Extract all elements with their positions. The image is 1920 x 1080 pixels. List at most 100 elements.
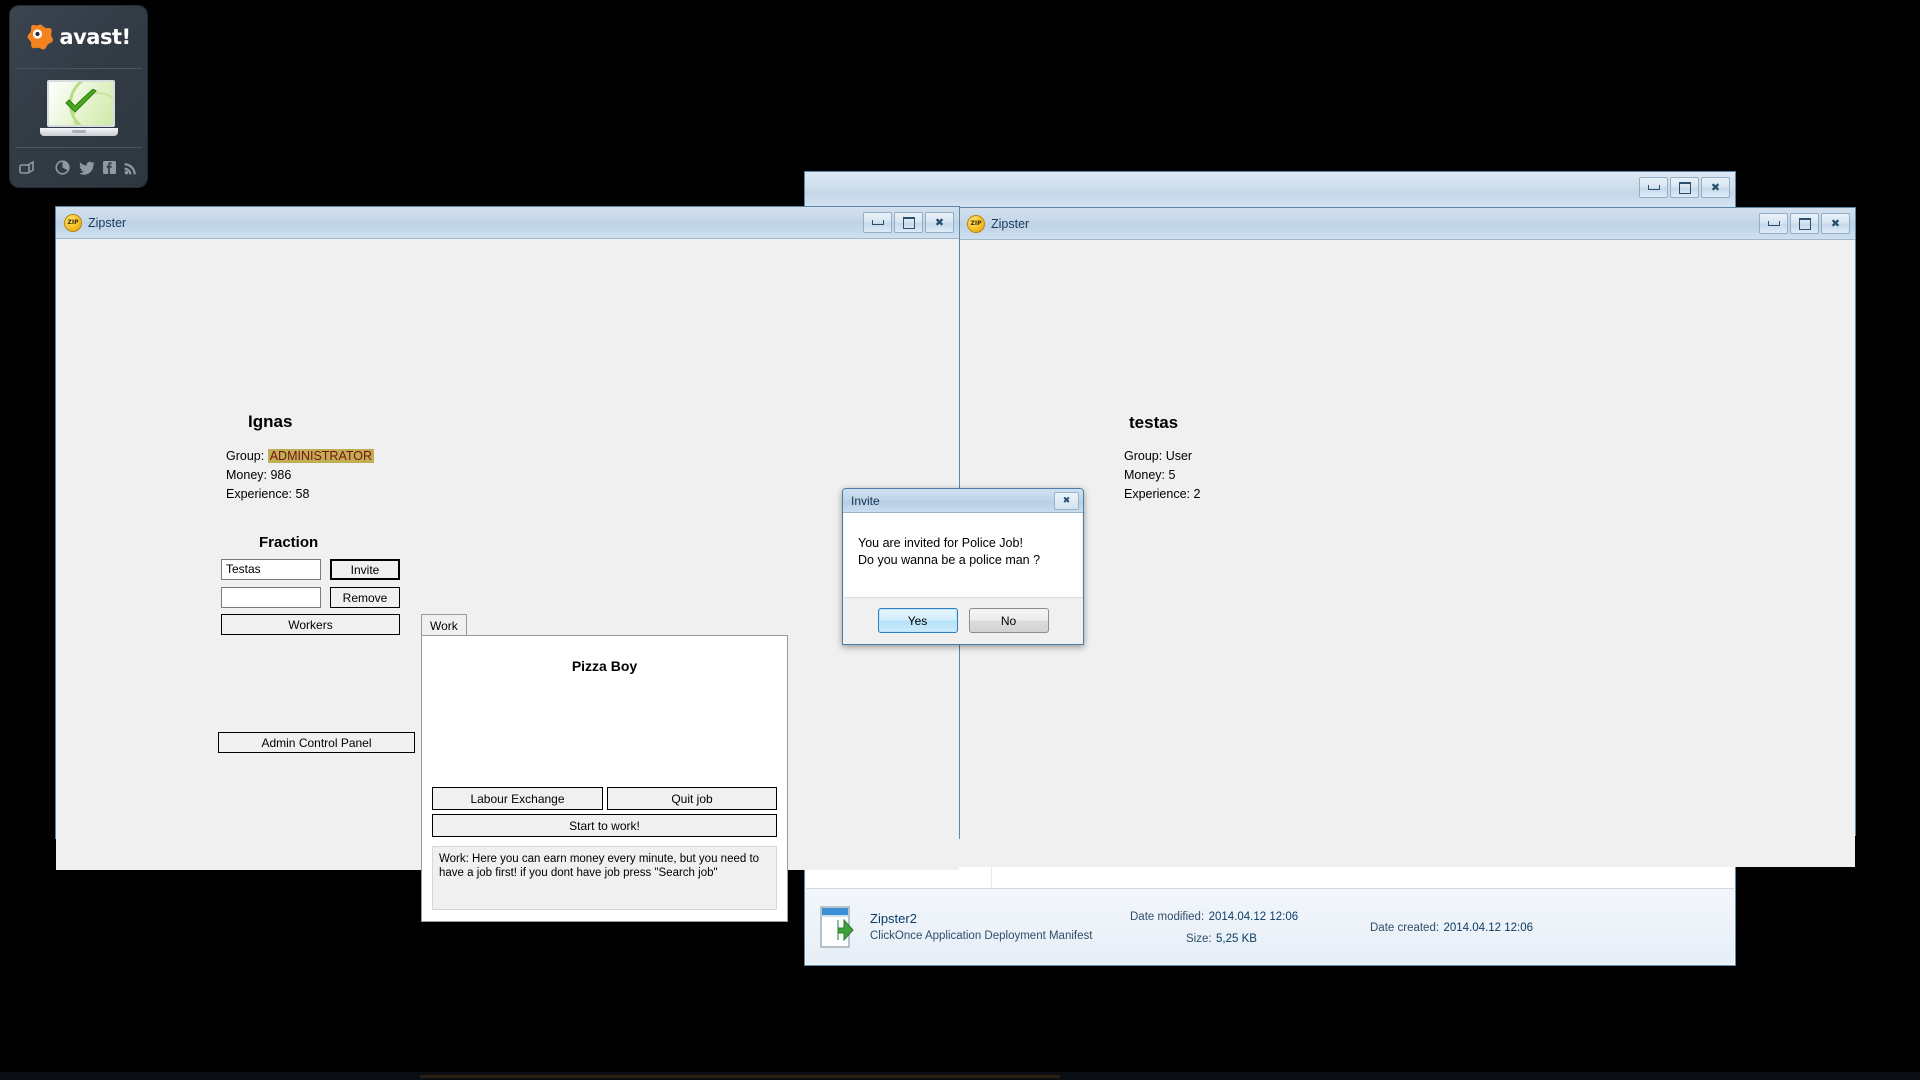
- fraction-invite-input[interactable]: Testas: [221, 559, 321, 580]
- experience-label: Experience:: [1124, 487, 1191, 501]
- avast-ball-icon: [26, 23, 54, 51]
- zipster-window-left[interactable]: ZIP Zipster ✖ Ignas Group: ADMINISTRATOR…: [55, 206, 960, 922]
- admin-control-panel-button[interactable]: Admin Control Panel: [218, 732, 415, 753]
- explorer-details-pane: Zipster2 ClickOnce Application Deploymen…: [806, 888, 1734, 964]
- date-modified-label: Date modified:: [1130, 910, 1205, 923]
- left-experience-line: Experience: 58: [226, 487, 309, 501]
- start-to-work-button[interactable]: Start to work!: [432, 814, 777, 837]
- fraction-heading: Fraction: [259, 534, 319, 551]
- workers-button[interactable]: Workers: [221, 614, 400, 635]
- date-created-value: 2014.04.12 12:06: [1443, 921, 1534, 934]
- minimize-icon: [871, 220, 884, 225]
- invite-button-row: Yes No: [844, 597, 1082, 643]
- minimize-button[interactable]: [1639, 177, 1668, 198]
- facebook-icon[interactable]: [103, 161, 116, 174]
- yes-button[interactable]: Yes: [877, 608, 958, 633]
- left-work-tabpanel[interactable]: Work Pizza Boy Labour Exchange Quit job …: [421, 614, 788, 922]
- money-label: Money:: [226, 468, 267, 482]
- invite-message-area: You are invited for Police Job! Do you w…: [844, 513, 1082, 597]
- right-experience-line: Experience: 2: [1124, 487, 1200, 501]
- right-titlebar[interactable]: ZIP Zipster ✖: [959, 208, 1855, 240]
- zip-icon: ZIP: [65, 214, 81, 231]
- labour-exchange-button[interactable]: Labour Exchange: [432, 787, 603, 810]
- close-button[interactable]: ✖: [925, 212, 954, 233]
- maximize-button[interactable]: [1790, 213, 1819, 234]
- quit-job-button[interactable]: Quit job: [607, 787, 777, 810]
- maximize-icon: [1798, 217, 1811, 230]
- money-label: Money:: [1124, 468, 1165, 482]
- close-button[interactable]: ✖: [1701, 177, 1730, 198]
- left-job-title: Pizza Boy: [571, 658, 638, 674]
- minimize-icon: [1767, 221, 1780, 226]
- invite-titlebar[interactable]: Invite ✖: [843, 489, 1083, 513]
- date-created-row: Date created: 2014.04.12 12:06: [1370, 918, 1533, 936]
- maximize-icon: [902, 216, 915, 229]
- size-value: 5,25 KB: [1216, 932, 1257, 945]
- file-name-block: Zipster2 ClickOnce Application Deploymen…: [870, 911, 1130, 942]
- left-work-info: Work: Here you can earn money every minu…: [432, 846, 777, 910]
- minimize-icon: [1647, 185, 1660, 190]
- no-button[interactable]: No: [968, 608, 1049, 633]
- close-button[interactable]: ✖: [1821, 213, 1850, 234]
- right-window-controls[interactable]: ✖: [1759, 213, 1850, 234]
- twitter-icon[interactable]: [79, 161, 95, 175]
- manifest-file-icon: [820, 906, 858, 948]
- right-form-body: testas Group: User Money: 5 Experience: …: [959, 240, 1855, 867]
- avast-widget[interactable]: avast!: [10, 6, 147, 187]
- avast-wordmark: avast!: [59, 25, 131, 49]
- laptop-protected-icon: [39, 80, 118, 136]
- right-group-line: Group: User: [1124, 449, 1192, 463]
- invite-dialog-title: Invite: [851, 493, 880, 508]
- minimize-button[interactable]: [1759, 213, 1788, 234]
- pie-stats-icon[interactable]: [55, 160, 70, 175]
- left-titlebar[interactable]: ZIP Zipster ✖: [56, 207, 959, 239]
- close-icon: ✖: [1830, 217, 1841, 230]
- left-user-name: Ignas: [248, 412, 293, 431]
- left-tabstrip[interactable]: Work: [421, 614, 788, 636]
- minimize-button[interactable]: [863, 212, 892, 233]
- remove-button[interactable]: Remove: [330, 587, 400, 608]
- zipster-window-right[interactable]: ZIP Zipster ✖ testas Group: User Money: …: [958, 207, 1856, 867]
- group-label: Group:: [226, 449, 265, 463]
- date-created-label: Date created:: [1370, 921, 1440, 934]
- maximize-button[interactable]: [1670, 177, 1699, 198]
- date-modified-block: Date modified: 2014.04.12 12:06 Size: 5,…: [1130, 907, 1370, 947]
- right-user-name: testas: [1129, 413, 1179, 432]
- open-window-icon[interactable]: [19, 160, 35, 175]
- right-window-title: Zipster: [991, 216, 1030, 231]
- close-button[interactable]: ✖: [1054, 492, 1079, 510]
- experience-label: Experience:: [226, 487, 293, 501]
- money-value: 986: [270, 468, 292, 482]
- invite-line-1: You are invited for Police Job!: [858, 536, 1023, 550]
- avast-logo: avast!: [10, 6, 147, 68]
- zip-icon: ZIP: [968, 215, 984, 232]
- maximize-button[interactable]: [894, 212, 923, 233]
- money-value: 5: [1168, 468, 1176, 482]
- taskbar-accent: [420, 1075, 1060, 1078]
- date-modified-row: Date modified: 2014.04.12 12:06: [1130, 907, 1370, 925]
- invite-dialog[interactable]: Invite ✖ You are invited for Police Job!…: [842, 488, 1084, 645]
- explorer-window-controls[interactable]: ✖: [1639, 177, 1730, 198]
- left-group-line: Group: ADMINISTRATOR: [226, 449, 375, 463]
- group-value: User: [1165, 449, 1193, 463]
- avast-icon-row: [10, 148, 147, 187]
- tab-work[interactable]: Work: [421, 614, 467, 636]
- close-icon: ✖: [934, 216, 945, 229]
- group-value-badge: ADMINISTRATOR: [267, 449, 375, 463]
- rss-icon[interactable]: [124, 161, 138, 175]
- left-window-title: Zipster: [88, 215, 127, 230]
- left-money-line: Money: 986: [226, 468, 291, 482]
- maximize-icon: [1678, 181, 1691, 194]
- left-form-body: Ignas Group: ADMINISTRATOR Money: 986 Ex…: [56, 239, 959, 922]
- group-label: Group:: [1124, 449, 1163, 463]
- experience-value: 58: [295, 487, 310, 501]
- avast-status-panel[interactable]: [10, 69, 147, 147]
- left-window-controls[interactable]: ✖: [863, 212, 954, 233]
- date-modified-value: 2014.04.12 12:06: [1208, 910, 1299, 923]
- close-icon: ✖: [1710, 181, 1721, 194]
- invite-button[interactable]: Invite: [330, 559, 400, 580]
- invite-line-2: Do you wanna be a police man ?: [858, 552, 1041, 567]
- file-name: Zipster2: [870, 911, 917, 926]
- date-created-block: Date created: 2014.04.12 12:06: [1370, 918, 1533, 936]
- fraction-remove-input[interactable]: [221, 587, 321, 608]
